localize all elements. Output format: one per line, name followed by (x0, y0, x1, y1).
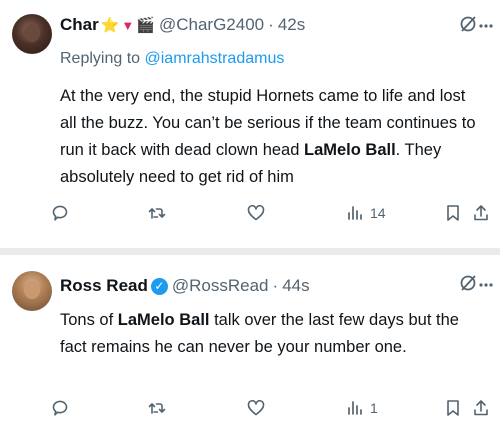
views-count: 1 (370, 400, 378, 416)
bookmark-icon (447, 205, 459, 221)
share-button[interactable] (471, 201, 491, 225)
tweet-header: Ross Read ✓ @RossRead · 44s (60, 275, 486, 297)
tweet-header: Char ⭐ ▼ 🎬 @CharG2400 · 42s (60, 14, 486, 36)
tweet-text: At the very end, the stupid Hornets came… (60, 83, 482, 191)
like-button[interactable] (246, 396, 266, 420)
avatar[interactable] (12, 271, 52, 311)
retweet-icon (148, 208, 166, 219)
share-icon (474, 205, 488, 221)
reply-button[interactable] (50, 396, 70, 420)
replying-to: Replying to @iamrahstradamus (60, 50, 284, 68)
bookmark-button[interactable] (443, 396, 463, 420)
tweet-feed: Char ⭐ ▼ 🎬 @CharG2400 · 42s Replying to … (0, 0, 500, 440)
reply-icon (52, 205, 68, 221)
display-name[interactable]: Char (60, 15, 99, 35)
action-bar: 1 (50, 396, 490, 420)
action-bar: 14 (50, 201, 490, 225)
user-handle[interactable]: @CharG2400 (159, 15, 264, 35)
reply-button[interactable] (50, 201, 70, 225)
views-icon (348, 401, 362, 415)
retweet-button[interactable] (147, 396, 167, 420)
more-icon[interactable] (478, 275, 494, 300)
mention-lamelo-ball[interactable]: LaMelo Ball (304, 141, 396, 159)
share-button[interactable] (471, 396, 491, 420)
like-icon (247, 399, 265, 416)
grok-icon[interactable] (458, 273, 478, 299)
retweet-button[interactable] (147, 201, 167, 225)
avatar[interactable] (12, 14, 52, 54)
reply-icon (52, 400, 68, 416)
more-icon[interactable] (478, 16, 494, 41)
display-name[interactable]: Ross Read (60, 276, 148, 296)
timestamp[interactable]: 42s (278, 15, 305, 35)
user-handle[interactable]: @RossRead (172, 276, 269, 296)
verified-badge-icon: ✓ (150, 277, 168, 295)
like-icon (247, 204, 265, 221)
views-button[interactable]: 14 (345, 201, 386, 225)
views-icon (348, 206, 362, 220)
replying-to-label: Replying to (60, 50, 141, 67)
clapperboard-emoji-icon: 🎬 (136, 17, 155, 34)
retweet-icon (148, 403, 166, 414)
views-count: 14 (370, 205, 386, 221)
timestamp[interactable]: 44s (282, 276, 309, 296)
replying-to-link[interactable]: @iamrahstradamus (145, 50, 285, 67)
views-button[interactable]: 1 (345, 396, 378, 420)
tweet-text: Tons of LaMelo Ball talk over the last f… (60, 307, 482, 361)
share-icon (474, 400, 488, 416)
tweet-card[interactable]: Char ⭐ ▼ 🎬 @CharG2400 · 42s Replying to … (0, 0, 500, 248)
like-button[interactable] (246, 201, 266, 225)
mention-lamelo-ball[interactable]: LaMelo Ball (118, 311, 210, 329)
tweet-text-part: Tons of (60, 311, 118, 329)
heart-emoji-icon: ▼ (121, 17, 135, 33)
bookmark-button[interactable] (443, 201, 463, 225)
grok-icon[interactable] (458, 14, 478, 40)
bookmark-icon (447, 400, 459, 416)
separator-dot: · (272, 276, 279, 295)
tweet-card[interactable]: Ross Read ✓ @RossRead · 44s Tons of LaMe… (0, 255, 500, 440)
separator-dot: · (268, 15, 274, 34)
star-emoji-icon: ⭐ (100, 17, 120, 34)
